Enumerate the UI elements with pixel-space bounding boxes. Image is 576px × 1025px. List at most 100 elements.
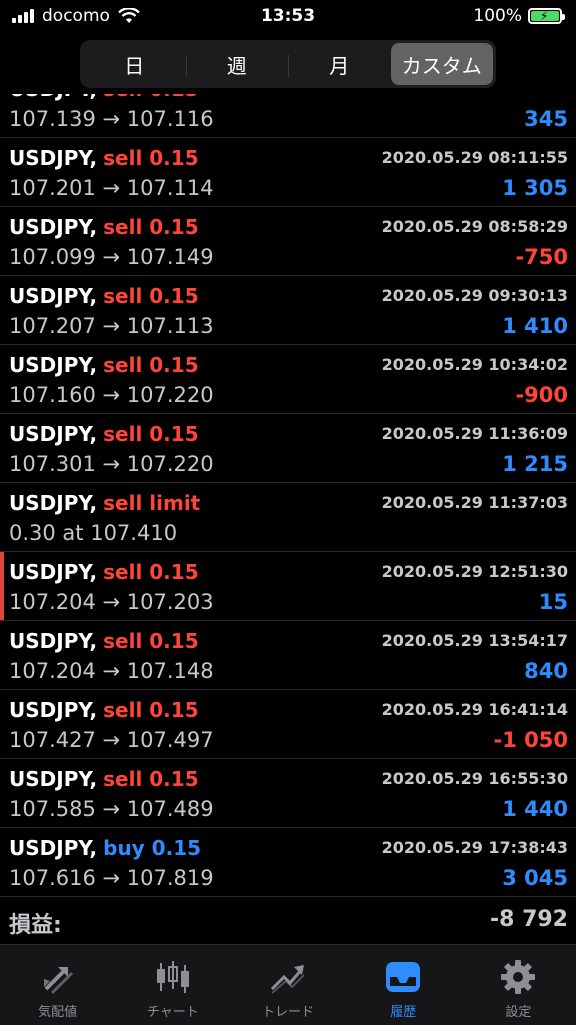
symbol-label: USDJPY, xyxy=(9,422,98,446)
trade-row[interactable]: USDJPY, sell 0.15 2020.05.29 07:58:30 107.1… xyxy=(0,94,576,138)
period-tab-1[interactable]: 週 xyxy=(185,43,289,85)
symbol-label: USDJPY, xyxy=(9,560,98,584)
chart-icon xyxy=(151,957,195,997)
trade-prices: 107.201 → 107.114 xyxy=(9,176,214,200)
trade-title: USDJPY,sell 0.15 xyxy=(9,767,199,791)
tab-chart[interactable]: チャート xyxy=(115,945,230,1025)
trade-action: sell 0.15 xyxy=(103,215,199,239)
trade-prices: 0.30 at 107.410 xyxy=(9,521,178,545)
period-selector-bar: 日週月カスタム xyxy=(0,36,576,94)
trade-prices: 107.585 → 107.489 xyxy=(9,797,214,821)
trade-time: 2020.05.29 13:54:17 xyxy=(381,631,568,650)
tab-history[interactable]: 履歴 xyxy=(346,945,461,1025)
trade-profit: 3 045 xyxy=(502,866,568,890)
history-list[interactable]: USDJPY,sell 0.152020.05.29 07:58:30107.1… xyxy=(0,94,576,944)
symbol-label: USDJPY, xyxy=(9,767,98,791)
trade-row[interactable]: USDJPY, sell 0.15 2020.05.29 08:58:29 107.0… xyxy=(0,207,576,276)
trade-profit: 840 xyxy=(524,659,568,683)
trade-title: USDJPY,sell 0.15 xyxy=(9,422,199,446)
tab-trade[interactable]: トレード xyxy=(230,945,345,1025)
trade-time: 2020.05.29 11:37:03 xyxy=(381,493,568,512)
trade-action: sell 0.15 xyxy=(103,698,199,722)
trade-time: 2020.05.29 11:36:09 xyxy=(381,424,568,443)
symbol-label: USDJPY, xyxy=(9,698,98,722)
trade-action: buy 0.15 xyxy=(103,836,202,860)
trade-title: USDJPY,sell 0.15 xyxy=(9,560,199,584)
history-list-content: USDJPY,sell 0.152020.05.29 07:58:30107.1… xyxy=(0,94,576,944)
trade-action: sell 0.15 xyxy=(103,146,199,170)
trade-row[interactable]: USDJPY, sell 0.15 2020.05.29 13:54:17 107.2… xyxy=(0,621,576,690)
symbol-label: USDJPY, xyxy=(9,353,98,377)
trade-prices: 107.427 → 107.497 xyxy=(9,728,214,752)
total-value: -8 792 xyxy=(489,907,568,932)
trade-profit: -900 xyxy=(515,383,568,407)
period-tab-0[interactable]: 日 xyxy=(83,43,186,85)
battery-icon: ⚡ xyxy=(528,8,565,24)
trade-prices: 107.301 → 107.220 xyxy=(9,452,214,476)
tab-quotes[interactable]: 気配値 xyxy=(0,945,115,1025)
trade-time: 2020.05.29 17:38:43 xyxy=(381,838,568,857)
trade-action: sell 0.15 xyxy=(103,422,199,446)
bottom-tab-bar: 気配値 チャート トレード 履歴 設定 xyxy=(0,944,576,1025)
trade-time: 2020.05.29 12:51:30 xyxy=(381,562,568,581)
tab-label: トレード xyxy=(262,1005,315,1020)
trade-action: sell 0.15 xyxy=(103,353,199,377)
trade-row[interactable]: USDJPY, sell 0.15 2020.05.29 12:51:30 107.2… xyxy=(0,552,576,621)
trade-prices: 107.207 → 107.113 xyxy=(9,314,214,338)
trade-profit: 345 xyxy=(524,107,568,131)
trade-title: USDJPY,sell 0.15 xyxy=(9,698,199,722)
trade-profit: 1 305 xyxy=(502,176,568,200)
quotes-icon xyxy=(36,957,80,997)
trade-prices: 107.204 → 107.148 xyxy=(9,659,214,683)
trade-row[interactable]: USDJPY, sell limit 2020.05.29 11:37:03 0.30… xyxy=(0,483,576,552)
trade-icon xyxy=(266,957,310,997)
symbol-label: USDJPY, xyxy=(9,836,98,860)
trade-row[interactable]: USDJPY, buy 0.15 2020.05.29 17:38:43 107.61… xyxy=(0,828,576,897)
symbol-label: USDJPY, xyxy=(9,94,97,101)
tab-label: チャート xyxy=(146,1005,199,1020)
trade-action: sell 0.15 xyxy=(103,94,199,101)
symbol-label: USDJPY, xyxy=(9,491,98,515)
trade-profit: 1 410 xyxy=(502,314,568,338)
settings-icon xyxy=(496,957,540,997)
trade-row[interactable]: USDJPY, sell 0.15 2020.05.29 08:11:55 107.2… xyxy=(0,138,576,207)
trade-action: sell 0.15 xyxy=(103,284,199,308)
trade-row[interactable]: USDJPY, sell 0.15 2020.05.29 16:55:30 107.5… xyxy=(0,759,576,828)
status-bar: docomo 13:53 100% ⚡ xyxy=(0,0,576,36)
tab-label: 設定 xyxy=(505,1005,532,1020)
symbol-label: USDJPY, xyxy=(9,284,98,308)
trade-row[interactable]: USDJPY, sell 0.15 2020.05.29 10:34:02 107.1… xyxy=(0,345,576,414)
trade-row[interactable]: USDJPY, sell 0.15 2020.05.29 16:41:14 107.4… xyxy=(0,690,576,759)
trade-title: USDJPY, sell limit xyxy=(9,491,200,515)
trade-profit: -1 050 xyxy=(493,728,568,752)
trade-title: USDJPY,sell 0.15 xyxy=(9,353,199,377)
battery-percent: 100% xyxy=(473,6,522,26)
symbol-label: USDJPY, xyxy=(9,146,98,170)
history-icon xyxy=(381,957,425,997)
trade-time: 2020.05.29 08:58:29 xyxy=(381,217,568,236)
symbol-label: USDJPY, xyxy=(9,629,98,653)
trade-row[interactable]: USDJPY, sell 0.15 2020.05.29 11:36:09 107.3… xyxy=(0,414,576,483)
trade-time: 2020.05.29 09:30:13 xyxy=(381,286,568,305)
period-tab-3[interactable]: カスタム xyxy=(390,43,493,85)
tab-label: 気配値 xyxy=(38,1005,78,1020)
trade-profit: 15 xyxy=(538,590,568,614)
trade-profit: 1 440 xyxy=(502,797,568,821)
status-right: 100% ⚡ xyxy=(473,6,565,26)
trade-title: USDJPY,sell 0.15 xyxy=(9,284,199,308)
period-segmented-control: 日週月カスタム xyxy=(80,40,496,88)
trade-prices: 107.099 → 107.149 xyxy=(9,245,214,269)
trade-time: 2020.05.29 08:11:55 xyxy=(381,148,568,167)
total-label: 損益: xyxy=(9,913,62,938)
trade-row[interactable]: USDJPY, sell 0.15 2020.05.29 09:30:13 107.2… xyxy=(0,276,576,345)
trade-time: 2020.05.29 16:41:14 xyxy=(381,700,568,719)
trade-prices: 107.616 → 107.819 xyxy=(9,866,214,890)
period-tab-2[interactable]: 月 xyxy=(288,43,391,85)
trade-title: USDJPY,sell 0.15 xyxy=(9,629,199,653)
total-row: 損益: -8 792 xyxy=(0,897,576,944)
trade-action: sell 0.15 xyxy=(103,560,199,584)
trade-action: sell 0.15 xyxy=(103,767,199,791)
tab-settings[interactable]: 設定 xyxy=(461,945,576,1025)
trade-prices: 107.160 → 107.220 xyxy=(9,383,214,407)
trade-prices: 107.139 → 107.116 xyxy=(9,107,214,131)
